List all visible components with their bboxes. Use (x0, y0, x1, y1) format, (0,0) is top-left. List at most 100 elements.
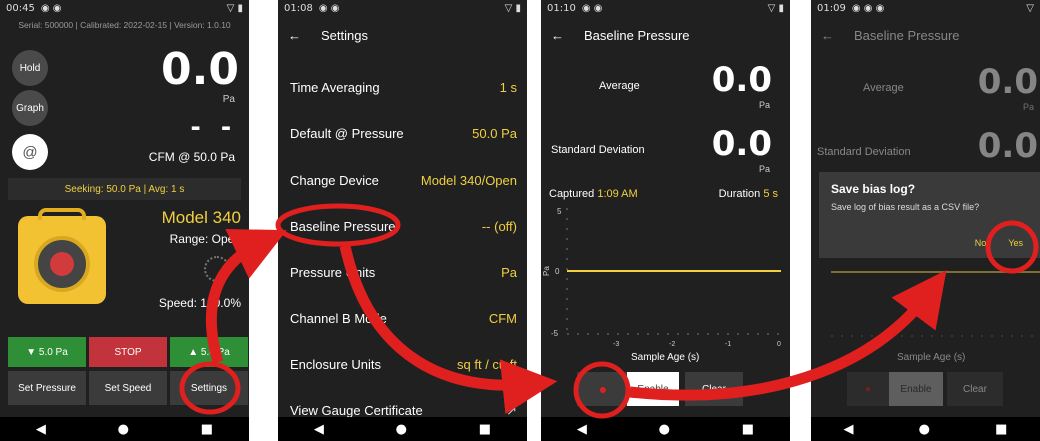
notification-icons: ◉ ◉ (318, 3, 340, 14)
save-bias-dialog: Save bias log? Save log of bias result a… (819, 172, 1040, 258)
std-dev-label: Standard Deviation (817, 146, 911, 158)
baseline-header: ← Baseline Pressure (551, 28, 690, 43)
setting-enclosure-units[interactable]: Enclosure Units sq ft / cu ft (290, 357, 517, 372)
setting-value: sq ft / cu ft (457, 357, 517, 372)
status-bar: 00:45 ◉ ◉ ▽ ▮ (0, 0, 249, 16)
cfm-label: CFM @ 50.0 Pa (148, 150, 235, 164)
average-label: Average (863, 82, 904, 94)
fan-image (14, 208, 110, 308)
set-pressure-button[interactable]: Set Pressure (8, 371, 86, 405)
recent-nav-icon[interactable]: ■ (995, 422, 1007, 437)
home-nav-icon[interactable]: ● (118, 422, 129, 437)
dialog-yes-button[interactable]: Yes (1008, 238, 1023, 248)
enable-button[interactable]: Enable (627, 372, 679, 406)
range-label: Range: Open (169, 232, 241, 246)
back-nav-icon[interactable]: ◀ (577, 422, 587, 437)
record-button[interactable]: ● (577, 372, 629, 406)
back-arrow-icon: ← (821, 28, 834, 43)
enable-button: Enable (889, 372, 943, 406)
average-unit: Pa (758, 100, 770, 110)
average-unit: Pa (1022, 102, 1034, 112)
duration-label: Duration (718, 188, 761, 200)
setting-time-averaging[interactable]: Time Averaging 1 s (290, 80, 517, 95)
back-nav-icon[interactable]: ◀ (314, 422, 324, 437)
at-pressure-button[interactable]: @ (12, 134, 48, 170)
x-axis-label: Sample Age (s) (631, 352, 700, 363)
battery-icon: ▽ ▮ (767, 3, 784, 14)
battery-icon: ▽ (1026, 3, 1034, 14)
back-arrow-icon[interactable]: ← (551, 28, 564, 43)
android-nav-bar: ◀ ● ■ (811, 417, 1040, 441)
setting-label: Change Device (290, 173, 379, 188)
stop-button[interactable]: STOP (89, 337, 167, 367)
setting-pressure-units[interactable]: Pressure Units Pa (290, 265, 517, 280)
setting-value: CFM (488, 311, 517, 326)
setting-channel-b-mode[interactable]: Channel B Mode CFM (290, 311, 517, 326)
page-title: Baseline Pressure (854, 28, 960, 43)
status-bar: 01:08 ◉ ◉ ▽ ▮ (278, 0, 527, 16)
duration-info: Duration 5 s (719, 188, 778, 200)
setting-label: Pressure Units (290, 265, 376, 280)
duration-value: 5 s (763, 188, 778, 200)
back-arrow-icon[interactable]: ← (288, 28, 301, 43)
flow-value: - - (190, 110, 237, 143)
captured-value: 1:09 AM (597, 188, 638, 200)
setting-change-device[interactable]: Change Device Model 340/Open (290, 173, 517, 188)
home-nav-icon[interactable]: ● (659, 422, 670, 437)
fingerprint-icon (204, 256, 230, 282)
android-nav-bar: ◀ ● ■ (278, 417, 527, 441)
android-nav-bar: ◀ ● ■ (0, 417, 249, 441)
page-title: Baseline Pressure (584, 28, 690, 43)
android-nav-bar: ◀ ● ■ (541, 417, 790, 441)
x-tick: 0 (777, 341, 781, 348)
page-title: Settings (321, 28, 368, 43)
recent-nav-icon[interactable]: ■ (742, 422, 754, 437)
setting-default-pressure[interactable]: Default @ Pressure 50.0 Pa (290, 126, 517, 141)
home-nav-icon[interactable]: ● (919, 422, 930, 437)
graph-button[interactable]: Graph (12, 90, 48, 126)
dimmed-graph (831, 271, 1040, 337)
baseline-header: ← Baseline Pressure (821, 28, 960, 43)
decrease-pressure-button[interactable]: ▼ 5.0 Pa (8, 337, 86, 367)
std-dev-value: 0.0 (711, 124, 772, 164)
settings-screen: 01:08 ◉ ◉ ▽ ▮ ← Settings Time Averaging 1 … (278, 0, 527, 441)
notification-icons: ◉ ◉ ◉ (851, 3, 885, 14)
clear-button: Clear (947, 372, 1003, 406)
status-time: 01:08 (284, 3, 313, 14)
home-nav-icon[interactable]: ● (396, 422, 407, 437)
model-label: Model 340 (161, 208, 241, 227)
back-nav-icon[interactable]: ◀ (36, 422, 46, 437)
setting-label: Channel B Mode (290, 311, 387, 326)
setting-label: Time Averaging (290, 80, 380, 95)
setting-value: Model 340/Open (420, 173, 517, 188)
increase-pressure-button[interactable]: ▲ 5.0 Pa (170, 337, 248, 367)
set-speed-button[interactable]: Set Speed (89, 371, 167, 405)
recent-nav-icon[interactable]: ■ (479, 422, 491, 437)
dialog-message: Save log of bias result as a CSV file? (831, 202, 980, 212)
settings-header: ← Settings (288, 28, 368, 43)
dialog-no-button[interactable]: No (975, 238, 987, 248)
y-tick-mid: 0 (555, 267, 560, 276)
x-tick: -1 (725, 341, 731, 348)
settings-button[interactable]: Settings (170, 371, 248, 405)
hold-button[interactable]: Hold (12, 50, 48, 86)
clear-button[interactable]: Clear (685, 372, 743, 406)
speed-label: Speed: 100.0% (158, 296, 241, 310)
x-tick: -2 (669, 341, 675, 348)
save-bias-dialog-screen: 01:09 ◉ ◉ ◉ ▽ ← Baseline Pressure Average… (811, 0, 1040, 441)
x-axis-label: Sample Age (s) (897, 352, 966, 363)
setting-label: Default @ Pressure (290, 126, 404, 141)
recent-nav-icon[interactable]: ■ (201, 422, 213, 437)
back-nav-icon[interactable]: ◀ (844, 422, 854, 437)
battery-icon: ▽ ▮ (504, 3, 521, 14)
average-value: 0.0 (977, 62, 1038, 102)
setting-label: Baseline Pressure (290, 219, 396, 234)
pressure-unit: Pa (222, 94, 235, 105)
average-label: Average (599, 80, 640, 92)
captured-label: Captured (549, 188, 595, 200)
status-time: 00:45 (6, 3, 35, 14)
setting-value: -- (off) (481, 219, 517, 234)
std-dev-unit: Pa (758, 164, 770, 174)
setting-label: Enclosure Units (290, 357, 382, 372)
setting-baseline-pressure[interactable]: Baseline Pressure -- (off) (290, 219, 517, 234)
